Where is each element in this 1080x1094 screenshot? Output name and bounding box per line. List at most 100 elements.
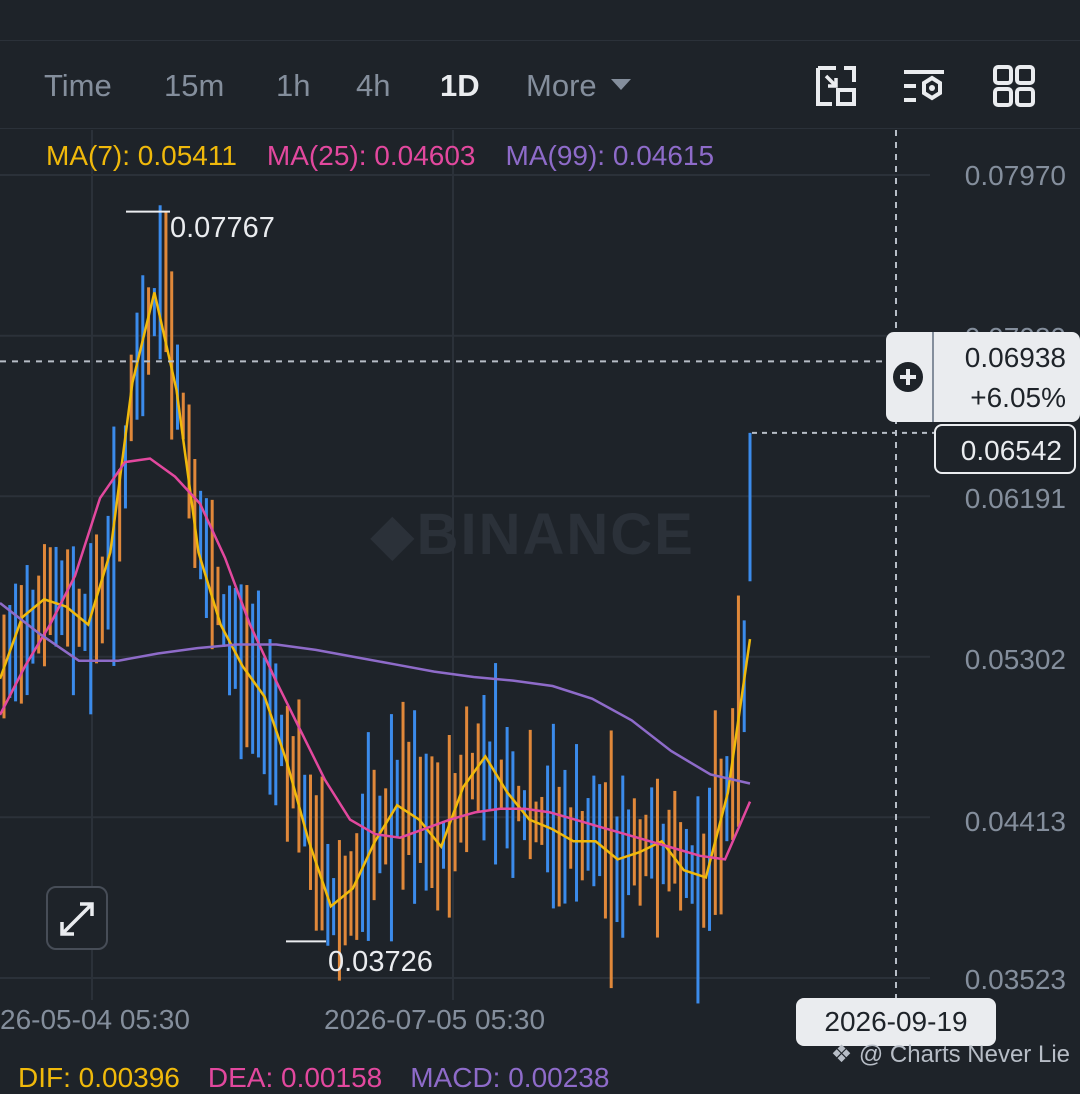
- candle: [233, 588, 237, 689]
- fullscreen-button[interactable]: [46, 886, 108, 950]
- dea-value: DEA: 0.00158: [207, 1062, 383, 1093]
- candle: [575, 744, 579, 902]
- candle: [291, 736, 295, 809]
- candle: [89, 543, 93, 715]
- candle: [430, 756, 434, 888]
- macd-legend: DIF: 0.00396 DEA: 0.00158 MACD: 0.00238: [18, 1062, 637, 1094]
- candle: [528, 729, 532, 860]
- candle: [308, 774, 312, 890]
- last-price: 0.06542: [960, 435, 1062, 466]
- candle: [112, 426, 116, 666]
- crosshair-change: +6.05%: [970, 382, 1066, 413]
- candle: [453, 773, 457, 872]
- price-tick: 0.07970: [964, 160, 1066, 191]
- low-price-label: 0.03726: [328, 946, 433, 978]
- candle: [187, 404, 191, 519]
- candle: [719, 758, 723, 915]
- candle: [19, 585, 23, 704]
- candles: [2, 205, 752, 1004]
- candle: [349, 851, 353, 936]
- candle: [401, 701, 405, 890]
- candle: [71, 546, 75, 696]
- candle: [655, 778, 659, 938]
- candle: [100, 556, 104, 644]
- candle: [511, 751, 515, 878]
- candle: [332, 878, 336, 936]
- crosshair-price: 0.06938: [964, 342, 1066, 373]
- candle: [748, 432, 752, 582]
- candle: [413, 710, 417, 904]
- price-tick: 0.04413: [964, 806, 1066, 837]
- high-price-label: 0.07767: [170, 212, 275, 244]
- candle: [644, 814, 648, 877]
- candle: [170, 271, 174, 440]
- candle: [389, 714, 393, 942]
- candle: [557, 786, 561, 907]
- candle: [551, 723, 555, 909]
- candle: [540, 796, 544, 845]
- date-tick: 2026-07-05 05:30: [324, 1004, 546, 1035]
- candle: [66, 549, 70, 647]
- macd-value: MACD: 0.00238: [410, 1062, 610, 1093]
- candle: [210, 499, 214, 650]
- candle: [436, 762, 440, 911]
- candle: [285, 705, 289, 842]
- candle: [546, 765, 550, 873]
- candle: [222, 594, 226, 647]
- candle: [245, 585, 249, 748]
- candle: [320, 776, 324, 931]
- crosshair-date: 2026-09-19: [796, 998, 996, 1046]
- dif-value: DIF: 0.00396: [18, 1062, 180, 1093]
- candle: [42, 544, 46, 667]
- ma99-value: MA(99): 0.04615: [505, 140, 715, 171]
- add-order-button[interactable]: [886, 332, 934, 422]
- price-tick: 0.06191: [964, 483, 1066, 514]
- ma25-value: MA(25): 0.04603: [266, 140, 476, 171]
- candle: [713, 710, 717, 915]
- candle: [661, 823, 665, 885]
- candle: [488, 741, 492, 810]
- candle: [696, 796, 700, 1004]
- candle: [592, 775, 596, 887]
- plus-circle-icon: [893, 362, 923, 392]
- candle: [505, 727, 509, 849]
- candle: [407, 741, 411, 856]
- candle: [158, 205, 162, 360]
- candle: [638, 819, 642, 906]
- candle: [106, 515, 110, 630]
- candle: [239, 584, 243, 760]
- candle: [632, 798, 636, 886]
- ma-legend: MA(7): 0.05411 MA(25): 0.04603 MA(99): 0.0…: [46, 140, 744, 172]
- candle: [482, 695, 486, 841]
- candle: [366, 732, 370, 941]
- candle: [343, 855, 347, 946]
- price-tick: 0.05302: [964, 644, 1066, 675]
- candle: [418, 756, 422, 863]
- candle: [355, 833, 359, 940]
- candle: [586, 798, 590, 871]
- crosshair-price-box[interactable]: 0.06938 +6.05%: [886, 332, 1080, 422]
- expand-icon: [60, 902, 94, 936]
- credit-text: ❖ @ Charts Never Lie: [830, 1041, 1070, 1068]
- candle: [256, 590, 260, 758]
- last-price-box: 0.06542: [934, 424, 1076, 474]
- candle: [627, 809, 631, 896]
- candle: [494, 663, 498, 865]
- candle: [684, 828, 688, 898]
- chart-grid: [0, 130, 930, 1000]
- candle: [650, 787, 654, 879]
- candle: [164, 211, 168, 353]
- candle: [395, 759, 399, 838]
- candle: [303, 774, 307, 847]
- candle: [609, 730, 613, 989]
- crosshair: [0, 130, 934, 1000]
- candle: [673, 790, 677, 884]
- candle: [598, 784, 602, 877]
- candle: [262, 657, 266, 775]
- candle: [54, 546, 58, 647]
- candle: [702, 833, 706, 928]
- ma7-value: MA(7): 0.05411: [46, 140, 237, 171]
- candle: [25, 565, 29, 696]
- price-tick: 0.03523: [964, 964, 1066, 995]
- date-tick: 26-05-04 05:30: [0, 1004, 190, 1035]
